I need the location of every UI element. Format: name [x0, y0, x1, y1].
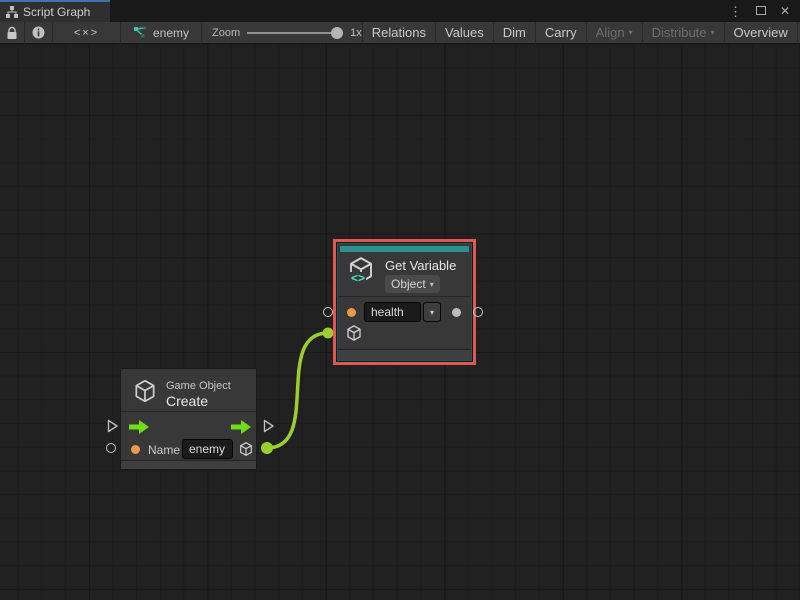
tab-title: Script Graph	[23, 5, 90, 19]
align-button[interactable]: Align▾	[586, 22, 642, 44]
distribute-button[interactable]: Distribute▾	[642, 22, 724, 44]
create-game-object-node[interactable]: Game Object Create Name enemy	[120, 368, 257, 470]
edge-target-dot	[323, 328, 334, 339]
values-button[interactable]: Values	[435, 22, 493, 44]
flow-output-port[interactable]	[261, 419, 275, 433]
lock-button[interactable]	[0, 22, 24, 44]
node-separator	[338, 296, 471, 297]
variable-name-dropdown[interactable]: ▾	[423, 302, 441, 322]
variable-code-badge-icon: <>	[350, 272, 366, 284]
zoom-slider-track	[247, 32, 343, 34]
breadcrumb-label: enemy	[153, 26, 189, 40]
chevron-down-icon: ▾	[711, 28, 715, 37]
relations-button[interactable]: Relations	[362, 22, 435, 44]
carry-button[interactable]: Carry	[535, 22, 586, 44]
node-footer	[338, 349, 471, 360]
close-icon[interactable]: ✕	[780, 5, 790, 17]
graph-canvas[interactable]: Game Object Create Name enemy	[0, 44, 800, 600]
script-graph-asset-icon	[133, 26, 147, 40]
name-input[interactable]: enemy	[182, 439, 233, 459]
variable-value-output-port[interactable]	[473, 307, 483, 317]
chevron-down-icon: ▾	[629, 28, 633, 37]
toolbar-button-group: Relations Values Dim Carry Align▾ Distri…	[362, 22, 800, 44]
variable-name-input-port[interactable]	[323, 307, 333, 317]
flow-out-arrow-icon	[231, 420, 251, 434]
zoom-value: 1x	[350, 27, 362, 39]
code-icon: <×>	[74, 27, 99, 39]
toolbar-divider	[201, 22, 202, 44]
flow-in-arrow-icon	[129, 420, 149, 434]
window-controls: ⋮ ✕	[729, 0, 800, 22]
value-input-port[interactable]	[106, 443, 116, 453]
variable-accent-bar	[340, 246, 469, 252]
info-button[interactable]	[25, 22, 52, 44]
tab-bar: Script Graph ⋮ ✕	[0, 0, 800, 22]
script-graph-window: Script Graph ⋮ ✕ <×>	[0, 0, 800, 600]
chevron-down-icon: ▾	[430, 280, 434, 289]
edge-source-dot	[261, 442, 273, 454]
variable-scope-dropdown[interactable]: Object ▾	[385, 275, 440, 293]
chevron-down-icon: ▾	[430, 308, 434, 317]
zoom-label: Zoom	[212, 27, 240, 39]
game-object-output-cube-icon	[238, 441, 254, 457]
graph-toolbar: <×> enemy Zoom 1x Relations Values Dim	[0, 22, 800, 44]
maximize-icon[interactable]	[756, 2, 766, 20]
info-icon	[32, 26, 45, 39]
game-object-cube-icon	[132, 378, 158, 404]
variable-name-port-dot[interactable]	[347, 308, 356, 317]
variable-name-input[interactable]: health	[364, 302, 421, 322]
dim-button[interactable]: Dim	[493, 22, 535, 44]
tab-script-graph[interactable]: Script Graph	[0, 0, 110, 22]
node-footer	[121, 460, 256, 469]
window-menu-icon[interactable]: ⋮	[729, 5, 742, 18]
name-input-port-dot[interactable]	[131, 445, 140, 454]
lock-icon	[6, 26, 18, 40]
flow-input-port[interactable]	[105, 419, 119, 433]
code-view-button[interactable]: <×>	[53, 22, 120, 44]
graph-hierarchy-icon	[6, 6, 18, 18]
object-input-cube-icon	[345, 324, 363, 342]
node-category-label: Game Object	[166, 380, 231, 392]
get-variable-node[interactable]: <> Get Variable Object ▾ health ▾	[337, 243, 472, 361]
zoom-slider-handle[interactable]	[331, 27, 343, 39]
param-label: Name	[148, 443, 180, 457]
zoom-slider[interactable]	[247, 26, 343, 40]
breadcrumb[interactable]: enemy	[121, 22, 201, 44]
overview-button[interactable]: Overview	[724, 22, 797, 44]
node-separator	[121, 411, 256, 412]
node-title: Create	[166, 393, 208, 409]
value-output-port-dot[interactable]	[452, 308, 461, 317]
node-title: Get Variable	[385, 258, 456, 273]
